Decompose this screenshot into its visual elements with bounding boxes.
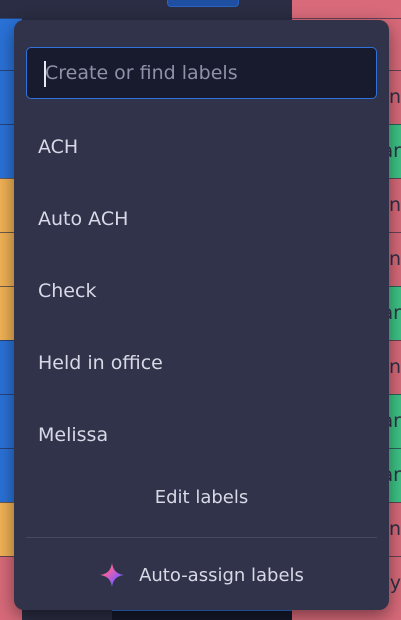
background-chip: [167, 0, 239, 7]
label-option-text: Check: [38, 280, 97, 302]
search-box[interactable]: [26, 47, 377, 99]
label-option-text: Held in office: [38, 352, 163, 374]
edit-labels-text: Edit labels: [154, 486, 249, 508]
edit-labels-button[interactable]: Edit labels: [14, 480, 389, 514]
label-option-check[interactable]: Check: [14, 261, 389, 321]
background-cell-text: n: [388, 356, 401, 378]
background-cell-text: n: [388, 86, 401, 108]
background-cell: [0, 0, 22, 18]
auto-assign-labels-button[interactable]: Auto-assign labels: [14, 558, 389, 592]
background-cell-text: n: [388, 518, 401, 540]
label-option-ach[interactable]: ACH: [14, 117, 389, 177]
label-option-auto-ach[interactable]: Auto ACH: [14, 189, 389, 249]
label-option-text: Melissa: [38, 424, 109, 446]
label-picker-popover: ACH Auto ACH Check Held in office Meliss…: [14, 20, 389, 610]
label-option-held-in-office[interactable]: Held in office: [14, 333, 389, 393]
background-bottom-strip: [112, 609, 292, 620]
label-option-text: Auto ACH: [38, 208, 129, 230]
background-cell-text: n: [388, 194, 401, 216]
divider: [26, 537, 377, 538]
label-search-input[interactable]: [27, 48, 376, 98]
text-caret: [44, 61, 46, 87]
label-option-melissa[interactable]: Melissa: [14, 405, 389, 465]
auto-assign-labels-text: Auto-assign labels: [139, 564, 304, 586]
background-cell-text: n: [388, 248, 401, 270]
label-option-text: ACH: [38, 136, 79, 158]
sparkle-icon: [99, 562, 125, 588]
grid-line: [0, 18, 401, 19]
